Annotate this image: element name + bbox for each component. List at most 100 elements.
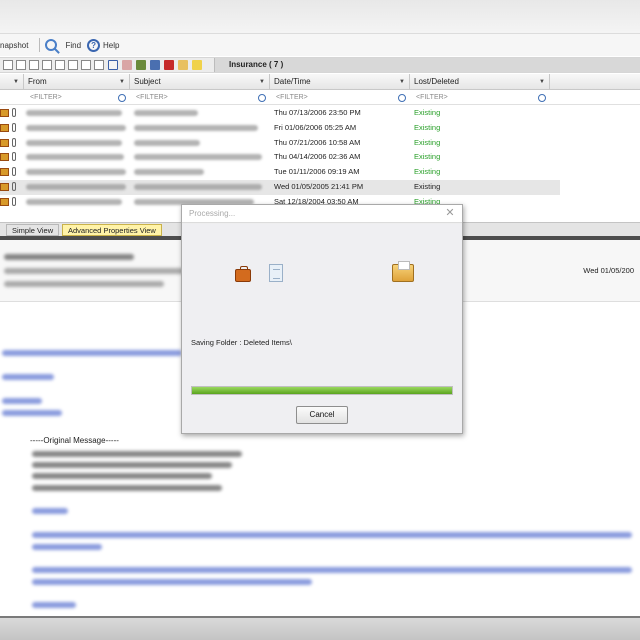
help-button[interactable]: Help: [103, 41, 119, 50]
message-list: Thu 07/13/2006 23:50 PM Existing Fri 01/…: [0, 106, 640, 210]
redacted-sender: [26, 110, 122, 116]
table-row[interactable]: Thu 04/14/2006 02:36 AM Existing: [0, 150, 560, 165]
pdf-icon[interactable]: [164, 60, 174, 70]
status-bar: [0, 616, 640, 640]
filter-search-icon[interactable]: [258, 94, 266, 102]
datetime-column-label: Date/Time: [274, 77, 311, 86]
row-status: Existing: [414, 182, 441, 191]
window-frame: [0, 0, 640, 34]
redacted-body-line: [32, 544, 102, 550]
toolbar-small-icon[interactable]: [55, 60, 65, 70]
toolbar-small-icon[interactable]: [16, 60, 26, 70]
datetime-column-header[interactable]: Date/Time ▼: [270, 74, 410, 90]
table-row[interactable]: Thu 07/13/2006 23:50 PM Existing: [0, 106, 560, 121]
save-icon[interactable]: [150, 60, 160, 70]
help-icon[interactable]: ?: [87, 38, 101, 52]
folder-icon[interactable]: [178, 60, 188, 70]
toolbar-small-icon[interactable]: [81, 60, 91, 70]
tab-advanced-properties-view[interactable]: Advanced Properties View: [62, 224, 162, 236]
row-date: Thu 04/14/2006 02:36 AM: [274, 152, 361, 162]
preview-date: Wed 01/05/200: [583, 266, 634, 275]
from-column-label: From: [28, 77, 47, 86]
row-status: Existing: [414, 167, 441, 177]
filter-row: <FILTER> <FILTER> <FILTER> <FILTER>: [0, 91, 640, 105]
redacted-sender: [26, 154, 124, 161]
from-column-header[interactable]: From ▼: [24, 74, 130, 90]
find-icon[interactable]: [45, 39, 58, 51]
filter-search-icon[interactable]: [398, 94, 406, 102]
redacted-body-line: [2, 410, 62, 416]
redacted-subject: [134, 154, 262, 161]
attachment-icon: [12, 108, 16, 117]
snapshot-button[interactable]: napshot: [0, 41, 28, 50]
redacted-header-line: [32, 462, 232, 468]
row-status: Existing: [414, 152, 441, 162]
toolbar-small-icon[interactable]: [29, 60, 39, 70]
row-date: Thu 07/21/2006 10:58 AM: [274, 137, 361, 147]
redacted-header-line: [32, 451, 242, 457]
redacted-body-line: [32, 508, 68, 514]
redacted-body-line: [32, 579, 312, 585]
redacted-subject: [134, 184, 262, 190]
table-row[interactable]: Tue 01/11/2006 09:19 AM Existing: [0, 165, 560, 180]
subject-column-header[interactable]: Subject ▼: [130, 74, 270, 90]
redacted-subject: [134, 139, 200, 146]
redacted-body-line: [2, 350, 182, 356]
lost-deleted-filter-input[interactable]: <FILTER>: [412, 91, 448, 105]
message-icon: [0, 138, 9, 147]
redacted-body-line: [32, 532, 632, 538]
filter-search-icon[interactable]: [538, 94, 546, 102]
redacted-header-line: [32, 473, 212, 479]
message-icon: [0, 183, 9, 191]
table-row[interactable]: Thu 07/21/2006 10:58 AM Existing: [0, 136, 560, 151]
close-icon[interactable]: ✕: [442, 206, 458, 221]
row-date: Thu 07/13/2006 23:50 PM: [274, 108, 361, 117]
table-row[interactable]: Fri 01/06/2006 05:25 AM Existing: [0, 121, 560, 136]
original-message-separator: -----Original Message-----: [30, 436, 119, 445]
toolbar-small-icon[interactable]: [94, 60, 104, 70]
redacted-subject: [134, 110, 198, 116]
table-row[interactable]: Wed 01/05/2005 21:41 PM Existing: [0, 180, 560, 195]
dialog-body: Saving Folder : Deleted Items\ Cancel: [182, 224, 462, 433]
secondary-toolbar: Insurance ( 7 ): [0, 57, 640, 73]
document-icon: [269, 264, 283, 282]
subject-filter-input[interactable]: <FILTER>: [132, 91, 168, 105]
attachment-icon: [12, 182, 16, 191]
from-filter-input[interactable]: <FILTER>: [26, 91, 62, 105]
folder-title-tab[interactable]: Insurance ( 7 ): [214, 58, 640, 72]
icon-column-header[interactable]: ▼: [0, 74, 24, 90]
redacted-sender: [26, 184, 126, 190]
row-date: Fri 01/06/2006 05:25 AM: [274, 122, 357, 132]
cancel-button[interactable]: Cancel: [296, 406, 348, 424]
dialog-titlebar[interactable]: Processing... ✕: [182, 205, 462, 223]
lost-deleted-column-header[interactable]: Lost/Deleted ▼: [410, 74, 550, 90]
lock-icon[interactable]: [192, 60, 202, 70]
dropdown-arrow-icon: ▼: [259, 79, 265, 85]
briefcase-icon: [235, 266, 251, 282]
filter-search-icon[interactable]: [118, 94, 126, 102]
image-icon[interactable]: [122, 60, 132, 70]
attachment-icon: [12, 196, 16, 206]
tab-simple-view[interactable]: Simple View: [6, 224, 60, 236]
dropdown-arrow-icon: ▼: [539, 79, 545, 85]
redacted-subject: [134, 169, 204, 176]
progress-bar-fill: [192, 387, 452, 394]
envelope-icon[interactable]: [108, 60, 118, 70]
toolbar-small-icon[interactable]: [68, 60, 78, 70]
toolbar-small-icon[interactable]: [3, 60, 13, 70]
row-date: Wed 01/05/2005 21:41 PM: [274, 182, 364, 191]
message-icon: [0, 197, 9, 206]
toolbar-small-icon[interactable]: [42, 60, 52, 70]
find-button[interactable]: Find: [65, 41, 81, 50]
dialog-status-text: Saving Folder : Deleted Items\: [191, 338, 292, 347]
printer-icon[interactable]: [136, 60, 146, 70]
row-status: Existing: [414, 122, 441, 132]
redacted-from-line: [4, 268, 184, 274]
datetime-filter-input[interactable]: <FILTER>: [272, 91, 308, 105]
row-status: Existing: [414, 137, 441, 147]
attachment-icon: [12, 122, 16, 132]
redacted-body-line: [32, 567, 632, 573]
redacted-subject: [134, 124, 258, 131]
redacted-sender: [26, 124, 126, 131]
dialog-title: Processing...: [189, 209, 236, 218]
